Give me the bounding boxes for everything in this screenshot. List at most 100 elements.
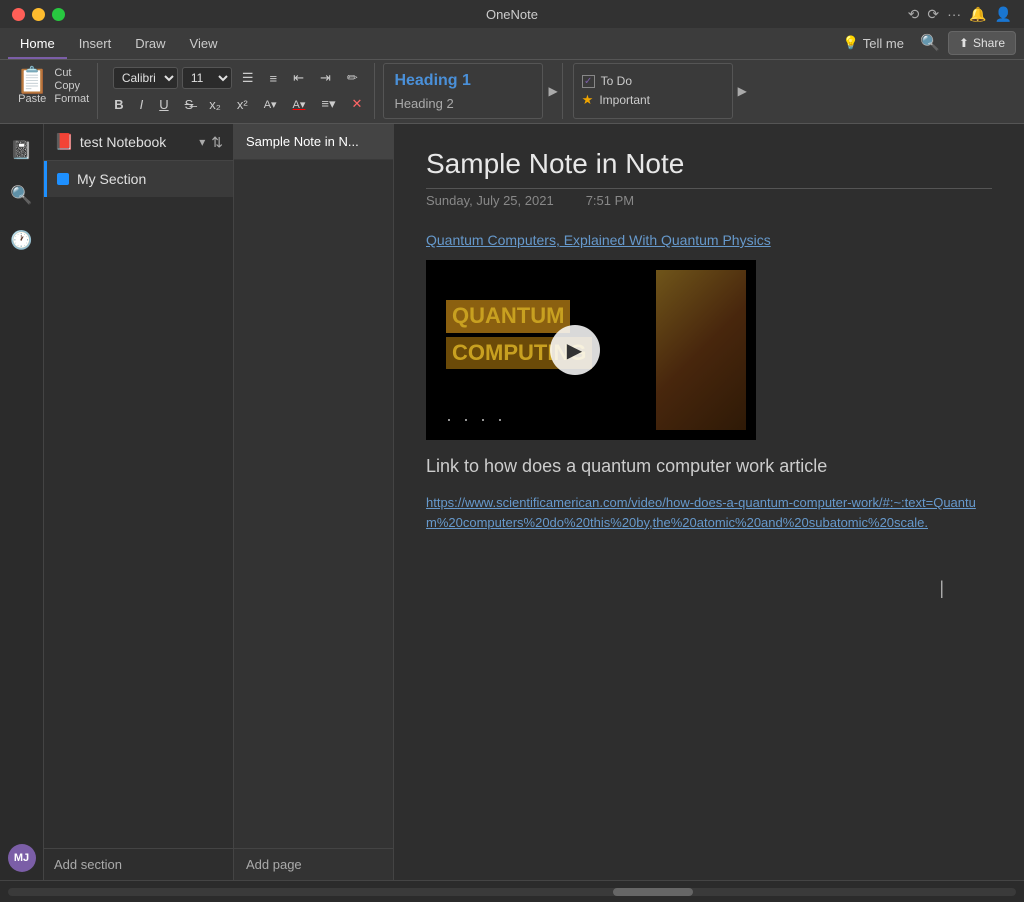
pages-panel: Sample Note in N... Add page [234,124,394,880]
highlight-button[interactable]: A▾ [258,95,283,114]
article-heading: Link to how does a quantum computer work… [426,456,992,477]
indent-button[interactable]: ⇥ [314,67,337,89]
note-title: Sample Note in Note [426,148,992,189]
tell-me-label: Tell me [863,36,904,51]
align-button[interactable]: ≡▾ [315,93,341,115]
heading1-style[interactable]: Heading 1 [384,69,542,93]
minimize-button[interactable] [32,8,45,21]
tab-home[interactable]: Home [8,30,67,59]
account-icon[interactable]: 👤 [995,6,1012,23]
heading1-label: Heading 1 [394,72,470,89]
lightbulb-icon: 💡 [843,35,859,51]
paste-button[interactable]: 📋 Paste [16,67,48,105]
section-item-my-section[interactable]: My Section [44,161,233,197]
font-row1: Calibri 11 ☰ ≡ ⇤ ⇥ ✏ [113,67,364,89]
redo-button[interactable]: ⟳ [927,6,939,23]
font-size-select[interactable]: 11 [182,67,232,89]
bold-button[interactable]: B [108,94,129,115]
page-item-sample-note[interactable]: Sample Note in N... [234,124,393,160]
todo-tag[interactable]: ✓ To Do [582,74,724,88]
todo-checkbox[interactable]: ✓ [582,75,595,88]
tab-draw[interactable]: Draw [123,30,177,59]
italic-button[interactable]: I [134,94,150,115]
tags-panel: ✓ To Do ★ Important [573,63,733,119]
user-avatar[interactable]: MJ [8,844,36,872]
notebook-panel: 📕 test Notebook ▾ ⇅ My Section Add secti… [44,124,234,880]
video-thumbnail[interactable]: QUANTUM COMPUTING ▶ · · · · [426,260,756,440]
font-row2: B I U S̶ x₂ x² A▾ A▾ ≡▾ ✕ [108,93,368,115]
share-button[interactable]: ⬆ Share [948,31,1016,55]
close-button[interactable] [12,8,25,21]
share-label: Share [973,36,1005,50]
subscript-button[interactable]: x₂ [203,94,227,115]
notebook-icon: 📕 [54,132,74,152]
close-button-2[interactable]: ✕ [346,93,369,115]
video-title-line1: QUANTUM [446,300,570,333]
titlebar-actions: ⟲ ⟳ ··· 🔔 👤 [908,6,1012,23]
window-controls [12,8,65,21]
notification-icon[interactable]: 🔔 [969,6,986,23]
font-color-button[interactable]: A▾ [287,95,312,114]
video-decoration [656,270,746,430]
sidebar-recent-icon[interactable]: 🕐 [6,226,36,255]
todo-label: To Do [601,74,632,88]
add-section-button[interactable]: Add section [44,848,233,880]
section-color-indicator [57,173,69,185]
note-metadata: Sunday, July 25, 2021 7:51 PM [426,193,992,208]
underline-button[interactable]: U [153,94,174,115]
text-cursor: | [939,578,944,599]
search-icon[interactable]: 🔍 [920,33,940,53]
tags-group: ✓ To Do ★ Important ▶ [567,63,753,119]
video-play-button[interactable]: ▶ [550,325,600,375]
app-title: OneNote [486,7,538,22]
tab-insert[interactable]: Insert [67,30,124,59]
notebook-title[interactable]: test Notebook [80,134,193,150]
main-layout: 📓 🔍 🕐 MJ 📕 test Notebook ▾ ⇅ My Section … [0,124,1024,880]
styles-panel: Heading 1 Heading 2 [383,63,543,119]
font-family-select[interactable]: Calibri [113,67,178,89]
article-url-link[interactable]: https://www.scientificamerican.com/video… [426,495,976,530]
more-options-button[interactable]: ··· [947,6,961,22]
note-time: 7:51 PM [586,193,634,208]
strikethrough-button[interactable]: S̶ [179,94,200,115]
superscript-button[interactable]: x² [231,94,254,115]
numbering-button[interactable]: ≡ [264,68,284,89]
ribbon-tabs: Home Insert Draw View 💡 Tell me 🔍 ⬆ Shar… [0,28,1024,60]
tab-view[interactable]: View [178,30,230,59]
sort-icon[interactable]: ⇅ [211,134,223,151]
quantum-computers-link[interactable]: Quantum Computers, Explained With Quantu… [426,232,992,248]
outdent-button[interactable]: ⇤ [287,67,310,89]
note-area: Sample Note in Note Sunday, July 25, 202… [394,124,1024,880]
add-page-button[interactable]: Add page [234,848,393,880]
horizontal-scrollbar[interactable] [8,888,1016,896]
notebook-header: 📕 test Notebook ▾ ⇅ [44,124,233,161]
section-label: My Section [77,171,146,187]
share-icon: ⬆ [959,36,969,50]
clipboard-actions: Cut Copy Format [54,67,89,105]
undo-button[interactable]: ⟲ [908,6,920,23]
copy-button[interactable]: Copy [54,80,89,92]
titlebar: OneNote ⟲ ⟳ ··· 🔔 👤 [0,0,1024,28]
clipboard-group: 📋 Paste Cut Copy Format [8,63,98,119]
heading2-label: Heading 2 [394,96,453,111]
eraser-button[interactable]: ✏ [341,67,364,89]
cut-button[interactable]: Cut [54,67,89,79]
font-group: Calibri 11 ☰ ≡ ⇤ ⇥ ✏ B I U S̶ x₂ x² A▾ A… [102,63,375,119]
styles-group: Heading 1 Heading 2 ▶ [379,63,562,119]
bullets-button[interactable]: ☰ [236,67,260,89]
format-button[interactable]: Format [54,93,89,105]
note-date: Sunday, July 25, 2021 [426,193,554,208]
heading2-style[interactable]: Heading 2 [384,93,542,114]
maximize-button[interactable] [52,8,65,21]
sidebar-notebook-icon[interactable]: 📓 [6,136,36,165]
notebook-chevron-icon[interactable]: ▾ [199,135,205,149]
tags-expand-icon[interactable]: ▶ [736,84,747,98]
left-sidebar: 📓 🔍 🕐 MJ [0,124,44,880]
sidebar-search-icon[interactable]: 🔍 [6,181,36,210]
scrollbar-thumb[interactable] [613,888,693,896]
bottom-scrollbar [0,880,1024,902]
important-tag[interactable]: ★ Important [582,92,724,108]
tell-me-button[interactable]: 💡 Tell me [835,31,912,55]
important-label: Important [599,93,650,107]
styles-expand-icon[interactable]: ▶ [546,84,557,98]
